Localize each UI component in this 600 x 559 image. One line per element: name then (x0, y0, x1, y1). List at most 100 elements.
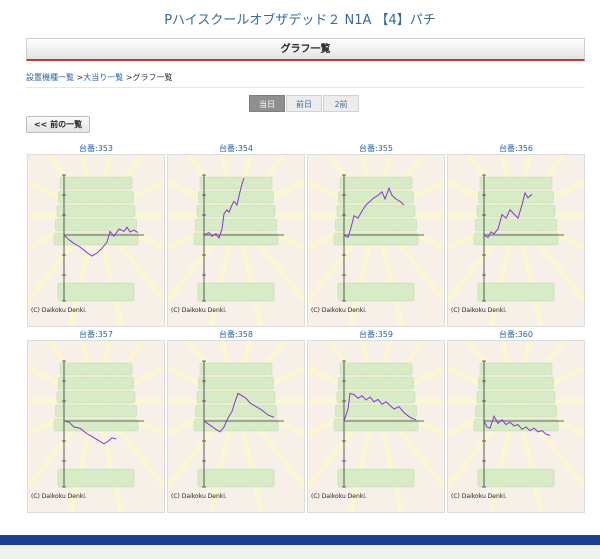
background-tray (57, 468, 135, 488)
slump-graph[interactable]: (C) Daikoku Denki. (307, 154, 445, 327)
background-box (55, 218, 137, 232)
machine-number-link[interactable]: 台番:353 (27, 143, 165, 154)
background-box (196, 204, 276, 218)
background-art (168, 155, 304, 326)
footer-area (0, 545, 600, 559)
copyright: (C) Daikoku Denki. (171, 493, 227, 500)
breadcrumb-installed-models[interactable]: 設置機種一覧 (26, 73, 74, 82)
background-tray (197, 468, 275, 488)
background-box (338, 376, 414, 390)
background-box (475, 404, 557, 418)
copyright: (C) Daikoku Denki. (31, 493, 87, 500)
background-tray (57, 282, 135, 302)
graph-card[interactable]: 台番:359 (C) Daikoku Denki. (307, 326, 445, 513)
background-tray (477, 282, 555, 302)
graph-svg (448, 341, 584, 512)
background-box (195, 404, 277, 418)
breadcrumb-separator: > (74, 73, 84, 82)
background-box (339, 176, 413, 190)
copyright: (C) Daikoku Denki. (31, 307, 87, 314)
slump-graph[interactable]: (C) Daikoku Denki. (167, 340, 305, 513)
graph-svg (168, 341, 304, 512)
machine-number-link[interactable]: 台番:356 (447, 143, 585, 154)
copyright: (C) Daikoku Denki. (311, 307, 367, 314)
breadcrumb: 設置機種一覧 >大当り一覧 >グラフ一覧 (26, 72, 173, 83)
background-art (168, 341, 304, 512)
background-art (308, 155, 444, 326)
background-box (199, 362, 273, 376)
background-art (28, 341, 164, 512)
background-box (56, 390, 136, 404)
background-tray (197, 282, 275, 302)
background-box (59, 362, 133, 376)
page-title: Pハイスクールオブザデッド２ N1A 【4】パチ (164, 13, 436, 28)
copyright: (C) Daikoku Denki. (451, 493, 507, 500)
background-box (195, 218, 277, 232)
machine-number-link[interactable]: 台番:355 (307, 143, 445, 154)
graph-svg (28, 341, 164, 512)
breadcrumb-separator: > (123, 73, 133, 82)
background-box (478, 190, 554, 204)
background-box (478, 376, 554, 390)
background-box (58, 190, 134, 204)
background-box (199, 176, 273, 190)
background-box (55, 404, 137, 418)
background-box (56, 204, 136, 218)
breadcrumb-current: グラフ一覧 (132, 73, 173, 82)
graph-card[interactable]: 台番:355 (C) Daikoku Denki. (307, 140, 445, 327)
background-art (448, 341, 584, 512)
background-box (59, 176, 133, 190)
slump-graph[interactable]: (C) Daikoku Denki. (447, 340, 585, 513)
back-button[interactable]: << 前の一覧 (26, 116, 90, 133)
graph-card[interactable]: 台番:356 (C) Daikoku Denki. (447, 140, 585, 327)
background-tray (477, 468, 555, 488)
tab-two-days-ago[interactable]: 2前 (323, 95, 359, 112)
graph-svg (308, 341, 444, 512)
graph-svg (28, 155, 164, 326)
tab-yesterday[interactable]: 前日 (286, 95, 322, 112)
section-header: グラフ一覧 (26, 38, 585, 61)
graph-svg (448, 155, 584, 326)
breadcrumb-jackpot-list[interactable]: 大当り一覧 (83, 73, 123, 82)
background-box (479, 362, 553, 376)
graph-card[interactable]: 台番:353 (C) Daikoku Denki. (27, 140, 165, 327)
background-box (336, 204, 416, 218)
background-art (308, 341, 444, 512)
day-tabs: 当日 前日 2前 (249, 95, 360, 112)
background-box (339, 362, 413, 376)
graph-card[interactable]: 台番:357 (C) Daikoku Denki. (27, 326, 165, 513)
background-box (58, 376, 134, 390)
slump-graph[interactable]: (C) Daikoku Denki. (27, 154, 165, 327)
machine-number-link[interactable]: 台番:358 (167, 329, 305, 340)
copyright: (C) Daikoku Denki. (171, 307, 227, 314)
background-tray (337, 468, 415, 488)
background-box (196, 390, 276, 404)
background-tray (337, 282, 415, 302)
machine-number-link[interactable]: 台番:360 (447, 329, 585, 340)
copyright: (C) Daikoku Denki. (451, 307, 507, 314)
graph-card[interactable]: 台番:358 (C) Daikoku Denki. (167, 326, 305, 513)
graph-svg (308, 155, 444, 326)
graph-card[interactable]: 台番:354 (C) Daikoku Denki. (167, 140, 305, 327)
background-box (476, 204, 556, 218)
footer-bar (0, 535, 600, 545)
background-art (448, 155, 584, 326)
background-box (198, 190, 274, 204)
slump-graph[interactable]: (C) Daikoku Denki. (27, 340, 165, 513)
tab-today[interactable]: 当日 (249, 95, 285, 112)
graph-svg (168, 155, 304, 326)
background-box (198, 376, 274, 390)
background-box (335, 218, 417, 232)
machine-number-link[interactable]: 台番:354 (167, 143, 305, 154)
slump-graph[interactable]: (C) Daikoku Denki. (307, 340, 445, 513)
slump-graph[interactable]: (C) Daikoku Denki. (447, 154, 585, 327)
background-box (476, 390, 556, 404)
background-art (28, 155, 164, 326)
background-box (475, 218, 557, 232)
graph-card[interactable]: 台番:360 (C) Daikoku Denki. (447, 326, 585, 513)
slump-graph[interactable]: (C) Daikoku Denki. (167, 154, 305, 327)
copyright: (C) Daikoku Denki. (311, 493, 367, 500)
background-box (479, 176, 553, 190)
machine-number-link[interactable]: 台番:357 (27, 329, 165, 340)
machine-number-link[interactable]: 台番:359 (307, 329, 445, 340)
